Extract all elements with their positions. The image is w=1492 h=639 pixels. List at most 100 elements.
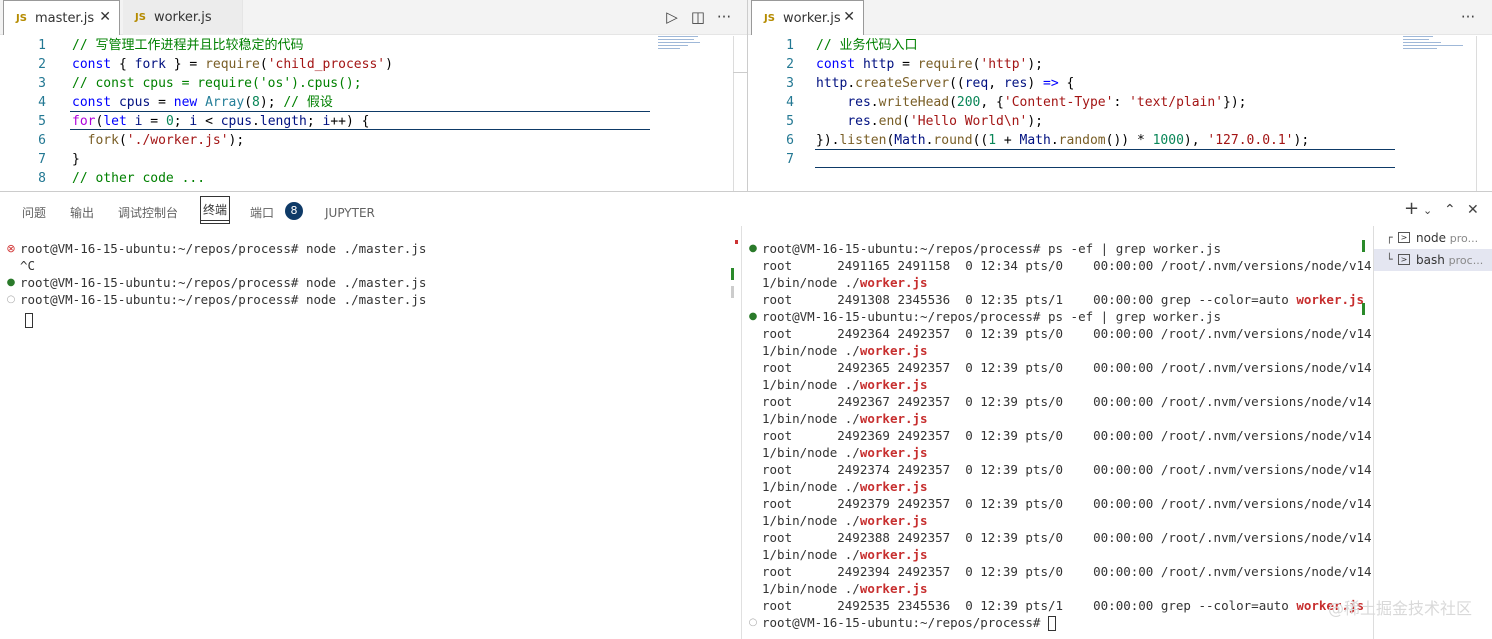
code-line: 8 // other code ... — [0, 169, 700, 188]
maximize-panel-icon[interactable]: ⌃ — [1444, 202, 1456, 218]
terminal-cursor — [1047, 616, 1056, 631]
tab-label: master.js — [34, 10, 95, 26]
terminal-line: 1/bin/node ./worker.js — [762, 547, 928, 562]
terminal-icon: > — [1398, 232, 1410, 243]
tab-label: worker.js — [782, 10, 841, 26]
code-line: 2 const { fork } = require('child_process… — [0, 55, 700, 74]
code-text: // other code ... — [72, 171, 206, 186]
terminal-left[interactable]: ⊗ root@VM-16-15-ubuntu:~/repos/process# n… — [0, 226, 740, 639]
right-editor-group: JS worker.js ✕ ··· 1 // 业务代码入口 2 const http… — [748, 0, 1492, 191]
close-icon[interactable]: ✕ — [843, 9, 855, 25]
terminal-right[interactable]: ● root@VM-16-15-ubuntu:~/repos/process# p… — [741, 226, 1371, 639]
terminal-line: 1/bin/node ./worker.js — [762, 275, 928, 290]
vertical-scrollbar[interactable] — [733, 36, 734, 191]
code-text: // const cpus = require('os').cpus(); — [72, 76, 362, 91]
code-line: 3 // const cpus = require('os').cpus(); — [0, 74, 700, 93]
terminal-line: 1/bin/node ./worker.js — [762, 479, 928, 494]
minimap[interactable] — [1403, 36, 1492, 56]
terminal-subtitle: proc... — [1448, 254, 1484, 267]
left-tab-bar: JS master.js ✕ JS worker.js ▷ ◫ ··· — [0, 0, 747, 35]
run-icon[interactable]: ▷ — [662, 8, 682, 26]
left-editor-group: JS master.js ✕ JS worker.js ▷ ◫ ··· 1 // … — [0, 0, 747, 191]
terminal-line: root 2492369 2492357 0 12:39 pts/0 00:00… — [762, 428, 1371, 443]
right-tab-bar: JS worker.js ✕ ··· — [748, 0, 1492, 35]
line-number: 3 — [38, 76, 46, 91]
code-text: for(let i = 0; i < cpus.length; i++) { — [72, 114, 370, 129]
code-line: 3 http.createServer((req, res) => { — [748, 74, 1448, 93]
bottom-panel: 问题 输出 调试控制台 终端 端口 8 JUPYTER + ⌄ ⌃ ✕ ⊗ roo… — [0, 191, 1492, 639]
terminal-name: bash — [1416, 253, 1445, 267]
js-file-icon: JS — [16, 12, 27, 24]
line-number: 5 — [38, 114, 46, 129]
line-number: 3 — [786, 76, 794, 91]
terminal-line: root 2492365 2492357 0 12:39 pts/0 00:00… — [762, 360, 1371, 375]
terminal-line: root@VM-16-15-ubuntu:~/repos/process# no… — [20, 292, 427, 307]
code-text: }).listen(Math.round((1 + Math.random())… — [816, 133, 1310, 148]
new-terminal-icon[interactable]: + — [1404, 198, 1419, 219]
command-success-icon[interactable]: ● — [6, 274, 16, 291]
code-line: 5 res.end('Hello World\n'); — [748, 112, 1448, 131]
code-line: 7} — [0, 150, 700, 169]
close-icon[interactable]: ✕ — [99, 9, 111, 25]
more-actions-icon[interactable]: ··· — [714, 8, 734, 26]
code-line: 7 — [748, 150, 1448, 169]
line-number: 6 — [786, 133, 794, 148]
tab-master-js[interactable]: JS master.js ✕ — [3, 0, 120, 35]
vertical-scrollbar[interactable] — [1476, 36, 1477, 191]
command-success-icon[interactable]: ● — [748, 240, 758, 257]
code-editor-right[interactable]: 1 // 业务代码入口 2 const http = require('http');… — [748, 36, 1492, 191]
code-editor-left[interactable]: 1 // 写管理工作进程并且比较稳定的代码 2 const { fork } = re… — [0, 36, 747, 191]
js-file-icon: JS — [135, 12, 146, 23]
terminal-line: root@VM-16-15-ubuntu:~/repos/process# no… — [20, 275, 427, 290]
scroll-marker — [731, 268, 734, 280]
tree-line-icon: ┌ — [1386, 231, 1393, 244]
command-error-icon[interactable]: ⊗ — [6, 240, 16, 257]
command-pending-icon[interactable]: ○ — [6, 291, 16, 308]
terminal-list-item-bash[interactable]: └ > bash proc... — [1374, 249, 1492, 271]
code-text: http.createServer((req, res) => { — [816, 76, 1075, 91]
code-line: 2 const http = require('http'); — [748, 55, 1448, 74]
command-pending-icon[interactable]: ○ — [748, 614, 758, 631]
code-line: 1 // 业务代码入口 — [748, 36, 1448, 55]
scroll-marker — [731, 286, 734, 298]
code-text: // 业务代码入口 — [816, 38, 918, 53]
tab-worker-js[interactable]: JS worker.js — [123, 0, 243, 35]
code-line: 1 // 写管理工作进程并且比较稳定的代码 — [0, 36, 700, 55]
chevron-down-icon[interactable]: ⌄ — [1423, 204, 1432, 217]
line-number: 8 — [38, 171, 46, 186]
code-text: const cpus = new Array(8); // 假设 — [72, 95, 333, 110]
command-success-icon[interactable]: ● — [748, 308, 758, 325]
code-line: 5 for(let i = 0; i < cpus.length; i++) { — [0, 112, 700, 131]
terminal-list-item-node[interactable]: ┌ > node pro... — [1374, 227, 1492, 249]
tab-output[interactable]: 输出 — [70, 204, 94, 222]
code-text: fork('./worker.js'); — [87, 133, 245, 148]
code-text: res.writeHead(200, {'Content-Type': 'tex… — [847, 95, 1247, 110]
tab-debug-console[interactable]: 调试控制台 — [118, 204, 178, 222]
close-panel-icon[interactable]: ✕ — [1467, 202, 1479, 218]
watermark: @稀土掘金技术社区 — [1327, 599, 1472, 618]
line-number: 2 — [38, 57, 46, 72]
terminal-line: 1/bin/node ./worker.js — [762, 445, 928, 460]
tab-problems[interactable]: 问题 — [22, 204, 46, 222]
more-actions-icon[interactable]: ··· — [1458, 8, 1478, 26]
tab-worker-js-right[interactable]: JS worker.js ✕ — [751, 0, 864, 35]
code-line: 4 const cpus = new Array(8); // 假设 — [0, 93, 700, 112]
terminal-line: root@VM-16-15-ubuntu:~/repos/process# — [762, 614, 1056, 631]
scroll-marker — [735, 240, 738, 244]
terminal-line: root@VM-16-15-ubuntu:~/repos/process# no… — [20, 241, 427, 256]
tab-ports[interactable]: 端口 — [250, 204, 274, 222]
terminal-line: ^C — [20, 258, 36, 273]
terminal-line: root 2492535 2345536 0 12:39 pts/1 00:00… — [762, 598, 1365, 613]
line-number: 6 — [38, 133, 46, 148]
terminal-line: root 2492388 2492357 0 12:39 pts/0 00:00… — [762, 530, 1371, 545]
scroll-marker — [1362, 303, 1365, 315]
code-text: // 写管理工作进程并且比较稳定的代码 — [72, 38, 304, 53]
line-number: 7 — [786, 152, 794, 167]
split-editor-icon[interactable]: ◫ — [688, 8, 708, 26]
line-number: 7 — [38, 152, 46, 167]
code-text: } — [72, 152, 80, 167]
tab-jupyter[interactable]: JUPYTER — [325, 204, 375, 222]
tab-terminal[interactable]: 终端 — [200, 196, 231, 224]
code-text: res.end('Hello World\n'); — [847, 114, 1043, 129]
terminal-line: 1/bin/node ./worker.js — [762, 513, 928, 528]
